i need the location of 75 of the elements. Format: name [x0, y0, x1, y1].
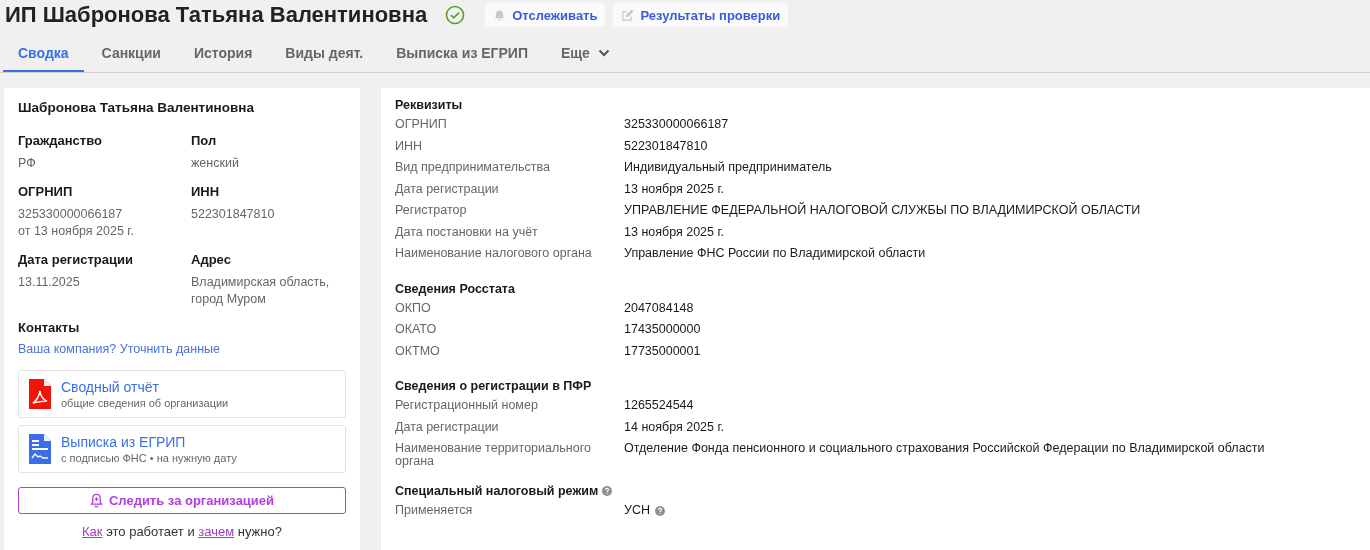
field-label: ОГРНИП: [18, 184, 74, 199]
detail-value: 522301847810: [624, 139, 708, 153]
tab[interactable]: Виды деят.: [270, 36, 379, 72]
edit-icon: [621, 8, 635, 22]
contacts-heading: Контакты: [18, 320, 81, 335]
chevron-down-icon: [597, 49, 610, 57]
tab[interactable]: Санкции: [86, 36, 176, 72]
detail-value: 2047084148: [624, 301, 694, 315]
field-label: Дата регистрации: [18, 252, 135, 267]
detail-value: 13 ноября 2025 г.: [624, 182, 724, 196]
detail-label: ОГРНИП: [395, 116, 448, 131]
detail-label: Вид предпринимательства: [395, 159, 551, 174]
detail-value: Управление ФНС России по Владимирской области: [624, 247, 926, 260]
field-value: РФ: [18, 155, 37, 172]
tab[interactable]: Выписка из ЕГРИП: [381, 36, 543, 72]
detail-label: Регистрационный номер: [395, 397, 539, 412]
pdf-file-icon: [29, 379, 51, 409]
detail-value: 17735000001: [624, 344, 701, 358]
update-data-link[interactable]: Ваша компания? Уточнить данные: [18, 342, 346, 356]
page-title: ИП Шабронова Татьяна Валентиновна: [5, 2, 428, 28]
detail-value: 17435000000: [624, 323, 701, 336]
track-button[interactable]: Отслеживать: [485, 3, 606, 27]
document-subtitle: общие сведения об организации: [61, 397, 229, 409]
detail-label: ОКПО: [395, 299, 432, 315]
detail-label: Дата регистрации: [395, 418, 500, 434]
help-icon[interactable]: [602, 486, 613, 496]
detail-label: ОКАТО: [395, 321, 438, 336]
person-name: Шабронова Татьяна Валентиновна: [18, 100, 255, 115]
tab[interactable]: Сводка: [3, 36, 84, 72]
detail-label: Дата регистрации: [395, 180, 500, 196]
detail-value: 325330000066187: [624, 118, 729, 131]
check-results-button[interactable]: Результаты проверки: [613, 3, 789, 27]
document-card[interactable]: Сводный отчёт общие сведения об организации: [18, 370, 346, 418]
field-value: 325330000066187: [18, 206, 124, 223]
section-title: Специальный налоговый режим: [395, 484, 599, 498]
detail-label: Регистратор: [395, 202, 468, 217]
section-title: Сведения Росстата: [395, 281, 515, 296]
field-label: Пол: [191, 133, 218, 148]
document-subtitle: с подписью ФНС • на нужную дату: [61, 452, 237, 464]
detail-label: Наименование территориального органа: [395, 440, 592, 468]
follow-button[interactable]: Следить за организацией: [18, 487, 346, 514]
detail-label: ОКТМО: [395, 342, 441, 358]
field-label: Адрес: [191, 252, 232, 267]
detail-label: ИНН: [395, 137, 424, 153]
detail-label: Наименование налогового органа: [395, 245, 593, 260]
detail-value: УПРАВЛЕНИЕ ФЕДЕРАЛЬНОЙ НАЛОГОВОЙ СЛУЖБЫ ПО ВЛАДИМИРСКОЙ ОБЛАСТИ: [624, 204, 1141, 217]
bell-plus-icon: [89, 493, 103, 508]
detail-value: 13 ноября 2025 г.: [624, 225, 724, 239]
detail-value: Индивидуальный предприниматель: [624, 161, 832, 174]
tab[interactable]: История: [178, 36, 268, 72]
document-title[interactable]: Выписка из ЕГРИП: [61, 434, 237, 450]
detail-label: Дата постановки на учёт: [395, 223, 539, 239]
field-value: 13.11.2025: [18, 274, 81, 291]
tab[interactable]: Еще: [545, 36, 625, 72]
field-label: ИНН: [191, 184, 221, 199]
help-icon[interactable]: [655, 505, 665, 516]
document-card[interactable]: Выписка из ЕГРИП с подписью ФНС • на нужную дату: [18, 425, 346, 473]
bell-icon: [493, 8, 507, 22]
field-label: Гражданство: [18, 133, 103, 148]
detail-value: 1265524544: [624, 399, 694, 412]
field-value: от 13 ноября 2025 г.: [18, 223, 135, 240]
detail-value: 14 ноября 2025 г.: [624, 420, 724, 434]
document-icon: [29, 434, 51, 464]
detail-value: УСН: [624, 504, 650, 517]
section-title: Реквизиты: [395, 98, 463, 112]
help-link[interactable]: Как: [82, 524, 103, 539]
field-value: 522301847810: [191, 206, 276, 223]
document-title[interactable]: Сводный отчёт: [61, 379, 229, 395]
help-text: Как это работает и зачем нужно?: [81, 524, 283, 539]
help-link[interactable]: зачем: [198, 524, 235, 539]
field-value: Владимирская область, город Муром: [191, 274, 331, 308]
field-value: женский: [191, 155, 240, 172]
section-title: Сведения о регистрации в ПФР: [395, 379, 592, 393]
detail-value: Отделение Фонда пенсионного и социального страхования Российской Федерации по Владимирской области: [624, 442, 1265, 455]
detail-label: Применяется: [395, 502, 474, 517]
